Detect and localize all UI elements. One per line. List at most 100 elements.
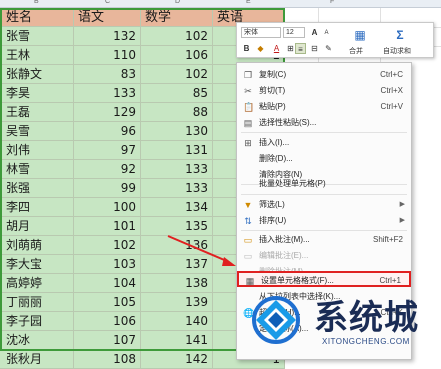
math-score-cell[interactable]: 106 [141,46,213,65]
chinese-score-cell[interactable]: 103 [74,255,141,274]
autosum-icon[interactable]: Σ [389,26,411,44]
mini-toolbar: 宋体 12 A A B ◆ A ⊞ ≡ ⊟ ✎ ▦ 合并 Σ 自动求和 [236,22,434,58]
edit-comment-icon: ▭ [243,251,253,261]
copy-icon: ❐ [243,70,253,80]
column-letter-d[interactable]: D [175,0,180,5]
menu-item-label: 批量处理单元格(P) [259,179,326,188]
math-score-cell[interactable]: 140 [141,312,213,331]
math-score-cell[interactable]: 136 [141,236,213,255]
increase-font-icon[interactable]: A [309,27,320,38]
menu-item-copy[interactable]: ❐ 复制(C) Ctrl+C [237,67,411,83]
name-cell[interactable]: 丁丽丽 [0,293,74,312]
name-cell[interactable]: 刘伟 [0,141,74,160]
paste-icon: 📋 [243,102,255,112]
merge-label[interactable]: 合并 [349,46,363,56]
column-letter-c[interactable]: C [105,0,110,5]
menu-item-sort[interactable]: ⇅ 排序(U) ▶ [237,213,411,229]
name-cell[interactable]: 胡月 [0,217,74,236]
chinese-score-cell[interactable]: 110 [74,46,141,65]
chinese-score-cell[interactable]: 97 [74,141,141,160]
header-cell-chinese[interactable]: 语文 [74,8,141,27]
name-cell[interactable]: 张强 [0,179,74,198]
name-cell[interactable]: 沈冰 [0,331,74,350]
menu-item-label: 删除(D)... [259,154,293,163]
decrease-font-icon[interactable]: A [321,28,332,39]
name-cell[interactable]: 李子园 [0,312,74,331]
merge-cells-icon[interactable]: ⊟ [309,43,320,54]
math-score-cell[interactable]: 102 [141,27,213,46]
math-score-cell[interactable]: 133 [141,179,213,198]
name-cell[interactable]: 王林 [0,46,74,65]
name-cell[interactable]: 李四 [0,198,74,217]
name-cell[interactable]: 吴雪 [0,122,74,141]
menu-item-paste-special[interactable]: ▤ 选择性粘贴(S)... [237,115,411,131]
menu-item-paste[interactable]: 📋 粘贴(P) Ctrl+V [237,99,411,115]
header-cell-name[interactable]: 姓名 [0,8,74,27]
menu-item-shortcut: Ctrl+V [380,102,403,111]
chinese-score-cell[interactable]: 104 [74,274,141,293]
format-painter-icon[interactable]: ✎ [323,43,334,54]
column-letter-f[interactable]: F [330,0,334,5]
chinese-score-cell[interactable]: 102 [74,236,141,255]
name-cell[interactable]: 张雪 [0,27,74,46]
bold-icon[interactable]: B [241,43,252,54]
chinese-score-cell[interactable]: 92 [74,160,141,179]
menu-item-cut[interactable]: ✂ 剪切(T) Ctrl+X [237,83,411,99]
menu-item-edit-comment[interactable]: ▭ 编辑批注(E)... [237,248,411,264]
submenu-arrow-icon: ▶ [399,201,405,208]
sort-icon: ⇅ [244,216,252,226]
math-score-cell[interactable]: 85 [141,84,213,103]
chinese-score-cell[interactable]: 129 [74,103,141,122]
math-score-cell[interactable]: 137 [141,255,213,274]
math-score-cell[interactable]: 130 [141,122,213,141]
watermark-subtitle: XITONGCHENG.COM [322,337,410,346]
chinese-score-cell[interactable]: 105 [74,293,141,312]
submenu-arrow-icon: ▶ [399,217,405,224]
math-score-cell[interactable]: 88 [141,103,213,122]
chinese-score-cell[interactable]: 132 [74,27,141,46]
chinese-score-cell[interactable]: 96 [74,122,141,141]
menu-item-label: 插入(I)... [259,138,290,147]
math-score-cell[interactable]: 138 [141,274,213,293]
chinese-score-cell[interactable]: 99 [74,179,141,198]
font-size-select[interactable]: 12 [283,27,305,38]
menu-item-shortcut: Ctrl+C [380,70,403,79]
name-cell[interactable]: 高婷婷 [0,274,74,293]
menu-item-filter[interactable]: ▼ 筛选(L) ▶ [237,197,411,213]
name-cell[interactable]: 林雪 [0,160,74,179]
name-cell[interactable]: 王磊 [0,103,74,122]
column-letter-b[interactable]: B [34,0,39,5]
menu-separator [241,194,407,195]
font-name-select[interactable]: 宋体 [241,27,281,38]
chinese-score-cell[interactable]: 133 [74,84,141,103]
chinese-score-cell[interactable]: 100 [74,198,141,217]
menu-item-delete[interactable]: 删除(D)... [237,151,411,167]
menu-item-insert[interactable]: ⊞ 插入(I)... [237,135,411,151]
chinese-score-cell[interactable]: 83 [74,65,141,84]
merge-center-icon[interactable]: ▦ [349,26,371,44]
name-cell[interactable]: 李昊 [0,84,74,103]
math-score-cell[interactable]: 102 [141,65,213,84]
name-cell[interactable]: 张静文 [0,65,74,84]
font-color-icon[interactable]: A [271,43,282,54]
math-score-cell[interactable]: 141 [141,331,213,350]
math-score-cell[interactable]: 139 [141,293,213,312]
chinese-score-cell[interactable]: 101 [74,217,141,236]
menu-item-insert-comment[interactable]: ▭ 插入批注(M)... Shift+F2 [237,232,411,248]
math-score-cell[interactable]: 134 [141,198,213,217]
autosum-label[interactable]: 自动求和 [383,46,411,56]
column-letter-e[interactable]: E [246,0,251,5]
math-score-cell[interactable]: 133 [141,160,213,179]
chinese-score-cell[interactable]: 107 [74,331,141,350]
chinese-score-cell[interactable]: 106 [74,312,141,331]
name-cell[interactable]: 李大宝 [0,255,74,274]
comment-icon: ▭ [243,235,253,245]
math-score-cell[interactable]: 135 [141,217,213,236]
watermark-title: 系统城 [314,298,419,338]
menu-item-batch-process[interactable]: 批量处理单元格(P) [237,176,411,192]
header-cell-math[interactable]: 数学 [141,8,213,27]
math-score-cell[interactable]: 131 [141,141,213,160]
fill-color-icon[interactable]: ◆ [255,43,266,54]
align-center-icon[interactable]: ≡ [295,43,306,54]
name-cell[interactable]: 刘萌萌 [0,236,74,255]
